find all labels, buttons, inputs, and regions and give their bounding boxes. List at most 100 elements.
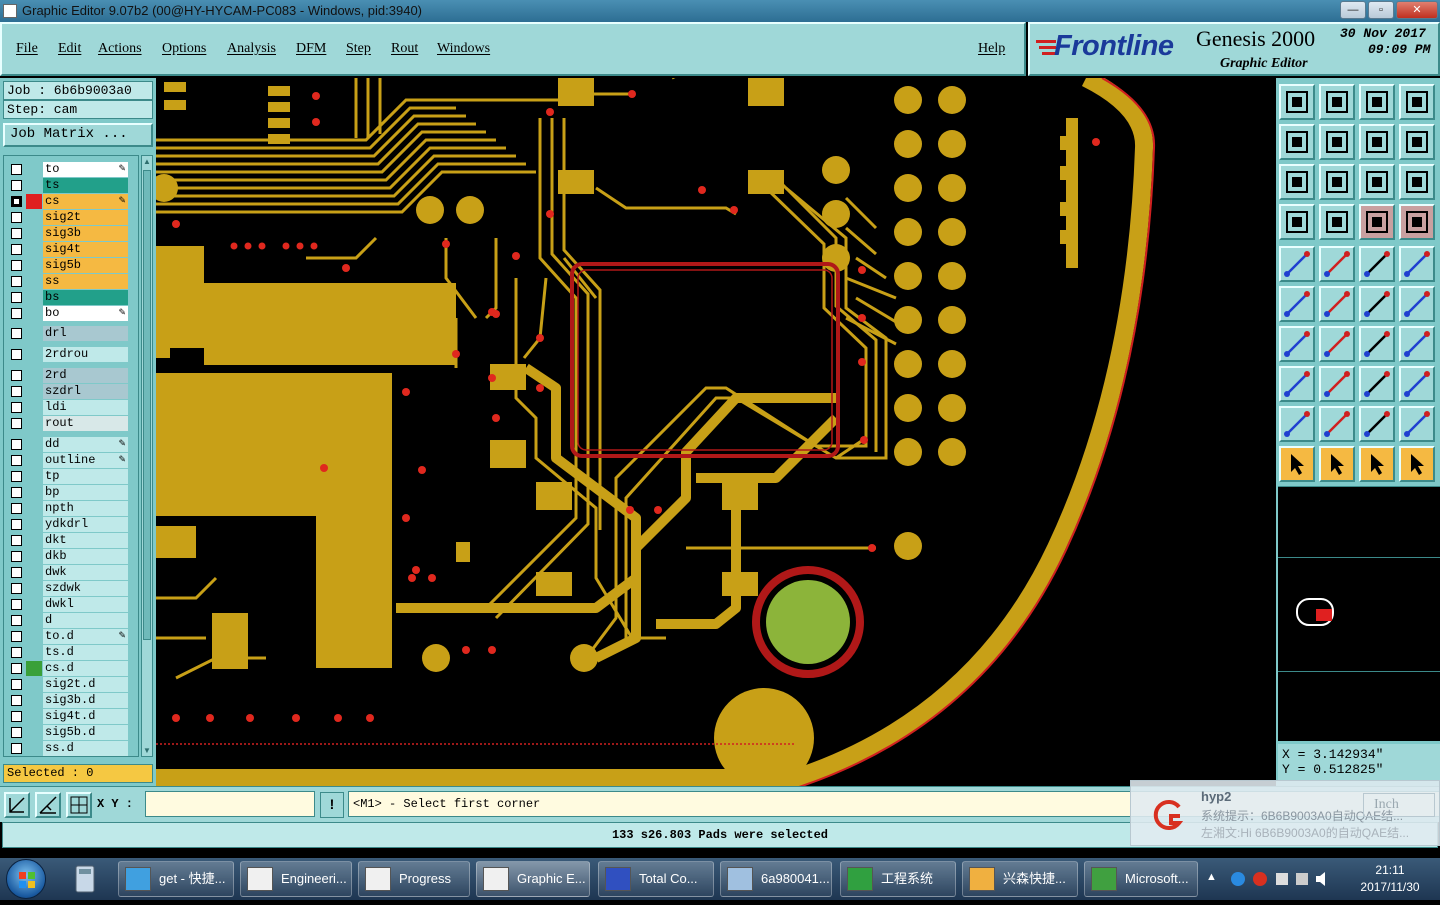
- scale-1-2-button[interactable]: [1359, 164, 1395, 200]
- layer-color-swatch[interactable]: [26, 533, 42, 548]
- graphic-canvas[interactable]: [156, 78, 1276, 786]
- layer-row-sig2t-d[interactable]: sig2t.d: [6, 677, 128, 692]
- layer-checkbox[interactable]: [11, 292, 22, 303]
- layer-row-bs[interactable]: bs: [6, 290, 128, 305]
- layer-row-ts-d[interactable]: ts.d: [6, 645, 128, 660]
- layer-name[interactable]: 2rd: [43, 368, 128, 383]
- layer-checkbox[interactable]: [11, 196, 22, 207]
- scrollbar-thumb[interactable]: [143, 170, 151, 640]
- job-matrix-button[interactable]: Job Matrix ...: [3, 123, 153, 147]
- settings-button[interactable]: [1279, 204, 1315, 240]
- layer-checkbox[interactable]: [11, 244, 22, 255]
- layer-row-bo[interactable]: bo ✎: [6, 306, 128, 321]
- layer-compare-button[interactable]: [1399, 204, 1435, 240]
- layer-row-sig4t-d[interactable]: sig4t.d: [6, 709, 128, 724]
- layer-color-swatch[interactable]: [26, 725, 42, 740]
- layer-name[interactable]: drl: [43, 326, 128, 341]
- layer-name[interactable]: sig2t: [43, 210, 128, 225]
- layer-name[interactable]: ss.d: [43, 741, 128, 756]
- grid-view-button[interactable]: [1319, 204, 1355, 240]
- menu-analysis[interactable]: Analysis: [227, 41, 276, 57]
- menu-edit[interactable]: Edit: [58, 41, 81, 57]
- layer-checkbox[interactable]: [11, 228, 22, 239]
- layer-row-dwkl[interactable]: dwkl: [6, 597, 128, 612]
- layer-name[interactable]: outline ✎: [43, 453, 128, 468]
- layer-row-rout[interactable]: rout: [6, 416, 128, 431]
- layer-checkbox[interactable]: [11, 260, 22, 271]
- layer-checkbox[interactable]: [11, 663, 22, 674]
- layer-color-swatch[interactable]: [26, 290, 42, 305]
- layer-name[interactable]: dkt: [43, 533, 128, 548]
- add-pad-button[interactable]: [1279, 246, 1315, 282]
- layer-color-swatch[interactable]: [26, 326, 42, 341]
- scroll-up-icon[interactable]: ▲: [143, 157, 151, 166]
- layer-color-swatch[interactable]: [26, 437, 42, 452]
- layer-checkbox[interactable]: [11, 418, 22, 429]
- layer-checkbox[interactable]: [11, 599, 22, 610]
- select-pointer-button[interactable]: [1279, 446, 1315, 482]
- layer-checkbox[interactable]: [11, 567, 22, 578]
- add-line-button[interactable]: [1359, 286, 1395, 322]
- menu-help[interactable]: Help: [978, 41, 1005, 57]
- layer-checkbox[interactable]: [11, 308, 22, 319]
- calculator-icon[interactable]: [68, 864, 102, 894]
- add-triangle-button[interactable]: [1279, 406, 1315, 442]
- pan-left-button[interactable]: [1279, 124, 1315, 160]
- menu-file[interactable]: File: [16, 41, 38, 57]
- layer-row-sig5b[interactable]: sig5b: [6, 258, 128, 273]
- layer-checkbox[interactable]: [11, 679, 22, 690]
- taskbar-item[interactable]: Total Co...: [598, 861, 714, 897]
- menu-windows[interactable]: Windows: [437, 41, 490, 57]
- layer-color-swatch[interactable]: [26, 469, 42, 484]
- layer-row-szdwk[interactable]: szdwk: [6, 581, 128, 596]
- layer-row-2rdrou[interactable]: 2rdrou: [6, 347, 128, 362]
- add-arc-button[interactable]: [1399, 286, 1435, 322]
- layer-name[interactable]: ts: [43, 178, 128, 193]
- fit-window-button[interactable]: [1399, 84, 1435, 120]
- layer-checkbox[interactable]: [11, 631, 22, 642]
- net-connect-button[interactable]: [1279, 286, 1315, 322]
- layer-checkbox[interactable]: [11, 615, 22, 626]
- layer-name[interactable]: bp: [43, 485, 128, 500]
- layer-row-outline[interactable]: outline ✎: [6, 453, 128, 468]
- layer-name[interactable]: ss: [43, 274, 128, 289]
- taskbar-item[interactable]: Progress: [358, 861, 470, 897]
- layer-row-dd[interactable]: dd ✎: [6, 437, 128, 452]
- notification-toast[interactable]: hyp2 系统提示：6B6B9003A0自动QAE结... 左湘文:Hi 6B6…: [1130, 780, 1440, 846]
- taskbar-item[interactable]: Microsoft...: [1084, 861, 1198, 897]
- help-button[interactable]: [1399, 164, 1435, 200]
- pan-right-button[interactable]: [1319, 124, 1355, 160]
- pcb-artwork[interactable]: [156, 78, 1276, 786]
- layer-color-swatch[interactable]: [26, 258, 42, 273]
- layer-name[interactable]: ts.d: [43, 645, 128, 660]
- home-view-button[interactable]: [1359, 84, 1395, 120]
- menu-actions[interactable]: Actions: [98, 41, 142, 57]
- layer-color-swatch[interactable]: [26, 597, 42, 612]
- menu-step[interactable]: Step: [346, 41, 371, 57]
- layer-name[interactable]: szdwk: [43, 581, 128, 596]
- layer-color-swatch[interactable]: [26, 741, 42, 756]
- layer-row-ss[interactable]: ss: [6, 274, 128, 289]
- zoom-fit-button[interactable]: [1279, 164, 1315, 200]
- align-center-button[interactable]: [1359, 366, 1395, 402]
- zoom-home-button[interactable]: [1279, 84, 1315, 120]
- layer-color-swatch[interactable]: [26, 210, 42, 225]
- layer-name[interactable]: bs: [43, 290, 128, 305]
- layer-name[interactable]: dwkl: [43, 597, 128, 612]
- layer-row-dwk[interactable]: dwk: [6, 565, 128, 580]
- layer-name[interactable]: to.d ✎: [43, 629, 128, 644]
- add-peak-button[interactable]: [1319, 406, 1355, 442]
- layer-row-szdrl[interactable]: szdrl: [6, 384, 128, 399]
- layer-checkbox[interactable]: [11, 535, 22, 546]
- layer-color-swatch[interactable]: [26, 453, 42, 468]
- layer-name[interactable]: 2rdrou: [43, 347, 128, 362]
- layer-name[interactable]: sig5b.d: [43, 725, 128, 740]
- unit-select[interactable]: Inch: [1363, 793, 1435, 817]
- close-button[interactable]: ✕: [1396, 1, 1438, 19]
- swap-features-button[interactable]: [1399, 366, 1435, 402]
- taskbar-item[interactable]: get - 快捷...: [118, 861, 234, 897]
- layer-color-swatch[interactable]: [26, 368, 42, 383]
- layer-checkbox[interactable]: [11, 743, 22, 754]
- taskbar-item[interactable]: Engineeri...: [240, 861, 352, 897]
- layer-color-swatch[interactable]: [26, 384, 42, 399]
